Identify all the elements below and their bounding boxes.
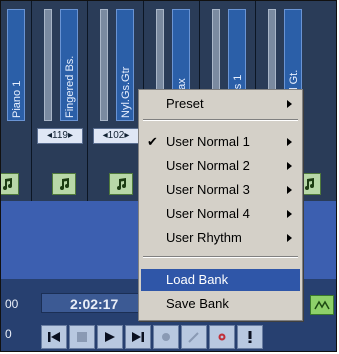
play-button[interactable]	[97, 325, 123, 349]
submenu-arrow-icon	[287, 162, 292, 170]
menu-item-user-normal-4[interactable]: User Normal 4	[141, 203, 300, 225]
stop-icon	[77, 332, 87, 342]
tool-button[interactable]	[181, 325, 207, 349]
menu-item-save-bank[interactable]: Save Bank	[141, 293, 300, 315]
submenu-arrow-icon	[287, 210, 292, 218]
wand-icon	[188, 332, 199, 343]
submenu-arrow-icon	[287, 100, 292, 108]
skip-forward-icon	[132, 332, 144, 342]
counter-digits: 0	[5, 327, 12, 341]
skip-forward-button[interactable]	[125, 325, 151, 349]
app-window: Piano 1 Fingered Bs. ◂119▸ Nyl.Gs.Gtr ◂1…	[0, 0, 337, 352]
music-note-icon	[3, 178, 12, 190]
settings-button[interactable]	[209, 325, 235, 349]
menu-item-load-bank[interactable]: Load Bank	[141, 269, 300, 291]
music-note-icon	[305, 178, 314, 190]
mixer-strip: Piano 1	[1, 1, 32, 201]
menu-item-user-rhythm[interactable]: User Rhythm	[141, 227, 300, 249]
menu-item-user-normal-3[interactable]: User Normal 3	[141, 179, 300, 201]
menu-item-user-normal-1[interactable]: ✔ User Normal 1	[141, 131, 300, 153]
submenu-arrow-icon	[287, 234, 292, 242]
submenu-arrow-icon	[287, 186, 292, 194]
alert-button[interactable]	[237, 325, 263, 349]
program-number[interactable]: ◂102▸	[93, 128, 139, 144]
part-name-label[interactable]: Fingered Bs.	[60, 9, 78, 121]
record-button[interactable]	[153, 325, 179, 349]
menu-item-user-normal-2[interactable]: User Normal 2	[141, 155, 300, 177]
counter-digits: 00	[5, 297, 19, 311]
menu-separator	[143, 256, 298, 258]
volume-fader[interactable]	[44, 9, 52, 121]
checkmark-icon: ✔	[147, 134, 158, 149]
part-select-button[interactable]	[1, 173, 19, 195]
skip-back-icon	[48, 332, 60, 342]
exclamation-icon	[248, 331, 252, 343]
part-name-label[interactable]: Piano 1	[7, 9, 25, 121]
mixer-strip: Fingered Bs. ◂119▸	[32, 1, 88, 201]
part-select-button[interactable]	[52, 173, 76, 195]
program-number[interactable]: ◂119▸	[37, 128, 83, 144]
record-icon	[162, 333, 170, 341]
stop-button[interactable]	[69, 325, 95, 349]
part-name-label[interactable]: Nyl.Gs.Gtr	[116, 9, 134, 121]
menu-separator	[143, 119, 298, 121]
menu-item-preset[interactable]: Preset	[141, 93, 300, 115]
submenu-arrow-icon	[287, 138, 292, 146]
music-note-icon	[60, 178, 69, 190]
bank-context-menu: Preset ✔ User Normal 1 User Normal 2 Use…	[138, 89, 303, 321]
metronome-button[interactable]	[310, 295, 334, 315]
music-note-icon	[117, 178, 126, 190]
skip-back-button[interactable]	[41, 325, 67, 349]
volume-fader[interactable]	[100, 9, 108, 121]
gear-icon	[218, 333, 226, 341]
play-icon	[105, 332, 115, 342]
mixer-strip: Nyl.Gs.Gtr ◂102▸	[88, 1, 144, 201]
part-select-button[interactable]	[109, 173, 133, 195]
wave-icon	[314, 300, 330, 310]
